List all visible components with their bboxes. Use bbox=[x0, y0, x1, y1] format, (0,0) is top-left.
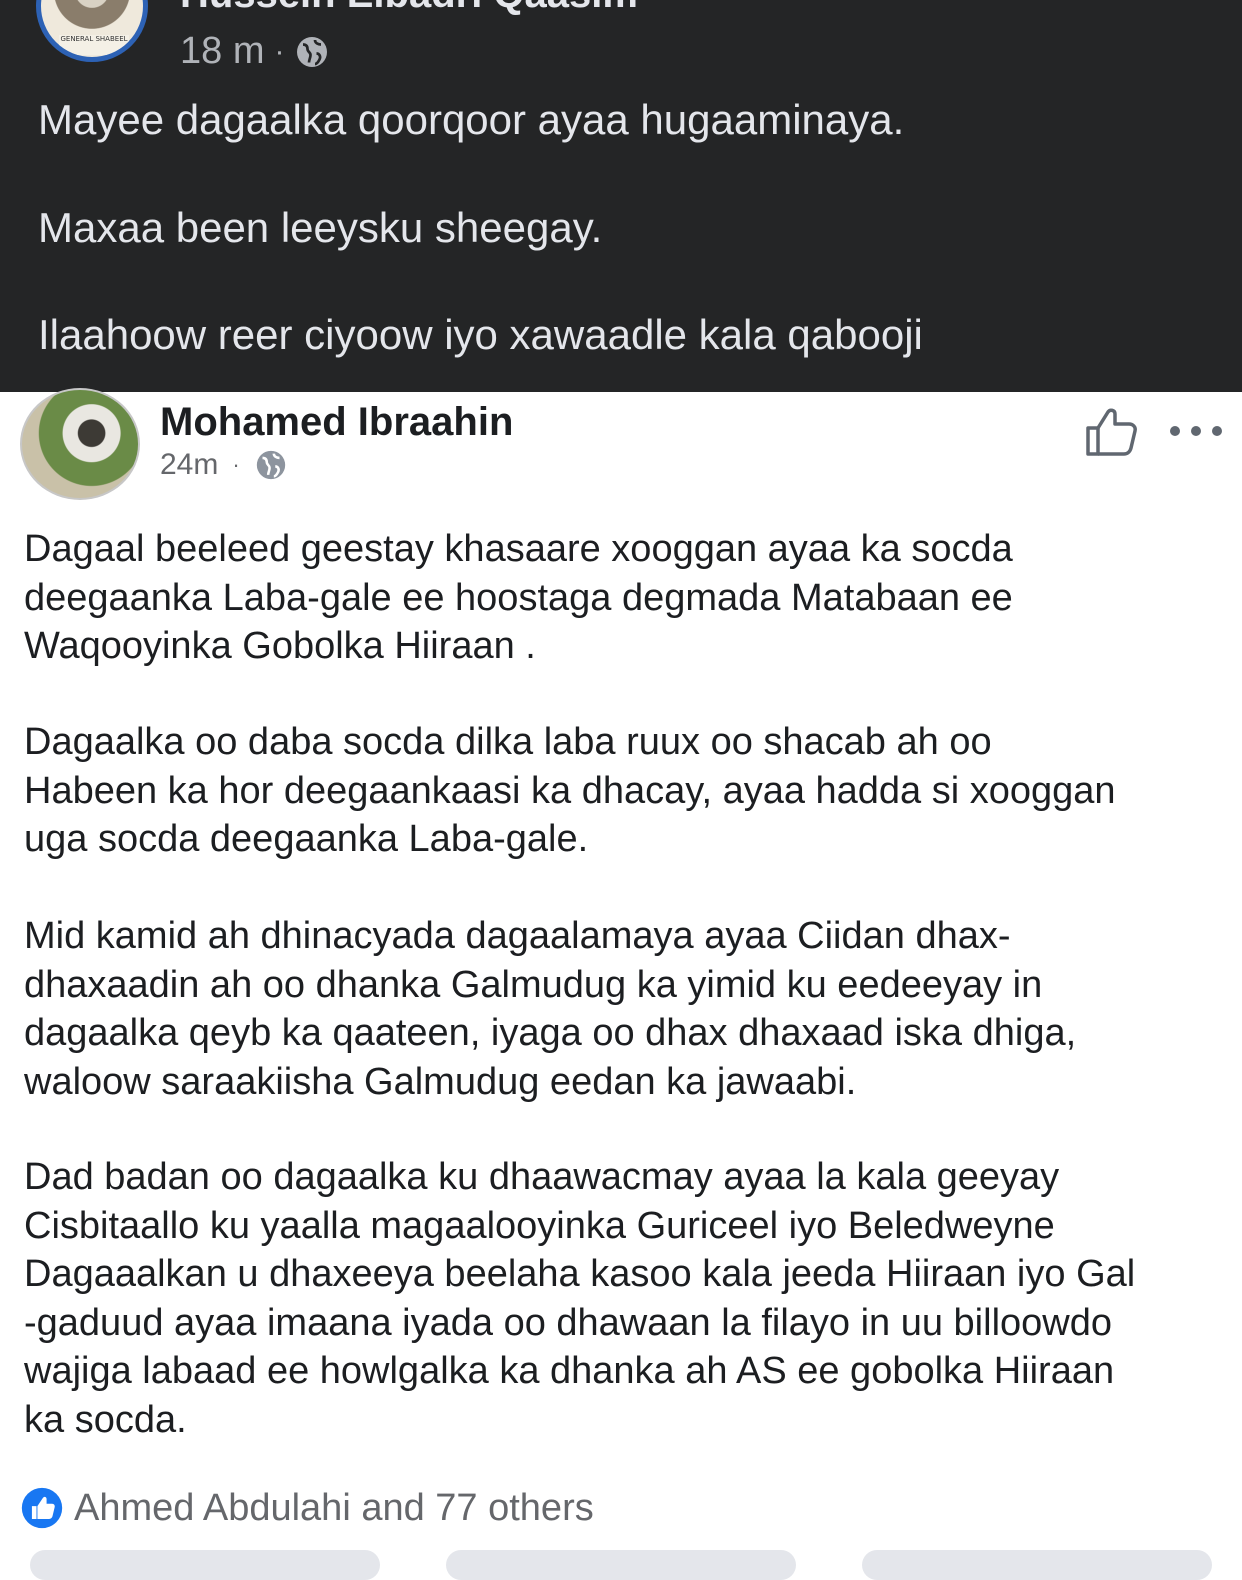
shared-author-avatar[interactable] bbox=[20, 388, 140, 500]
post-text-line: ka socda. bbox=[24, 1398, 187, 1441]
outer-author-name[interactable]: Hussein Elbadri Qaasim bbox=[180, 0, 638, 17]
shared-post-time[interactable]: 24m bbox=[160, 448, 218, 482]
more-options-icon[interactable] bbox=[1170, 422, 1222, 440]
post-text-line: Dagaal beeleed geestay khasaare xooggan … bbox=[24, 528, 1013, 570]
post-text-line: waloow saraakiisha Galmudug eedan ka jaw… bbox=[24, 1060, 857, 1103]
post-paragraph: Mid kamid ah dhinacyada dagaalamaya ayaa… bbox=[24, 912, 1224, 1106]
post-paragraph: Dad badan oo dagaalka ku dhaawacmay ayaa… bbox=[24, 1153, 1224, 1444]
outer-author-avatar[interactable]: GENERAL SHABEEL bbox=[36, 0, 148, 62]
outer-post-line: Maxaa been leeysku sheegay. bbox=[38, 204, 603, 251]
post-text-line: deegaanka Laba-gale ee hoostaga degmada … bbox=[24, 576, 1013, 619]
post-text-line: Dagaaalkan u dhaxeeya beelaha kasoo kala… bbox=[24, 1253, 1136, 1295]
post-text-line: Waqooyinka Gobolka Hiiraan . bbox=[24, 625, 536, 667]
action-button[interactable] bbox=[446, 1550, 796, 1580]
post-paragraph: Dagaal beeleed geestay khasaare xooggan … bbox=[24, 525, 1224, 671]
action-bar bbox=[0, 1550, 1242, 1580]
reactions-text: Ahmed Abdulahi and 77 others bbox=[74, 1486, 594, 1529]
action-button[interactable] bbox=[30, 1550, 380, 1580]
post-text-line: dhaxaadin ah oo dhanka Galmudug ka yimid… bbox=[24, 963, 1043, 1006]
action-button[interactable] bbox=[862, 1550, 1212, 1580]
outer-post-time[interactable]: 18 m bbox=[180, 30, 264, 73]
shared-post-meta: 24m · bbox=[160, 448, 288, 482]
more-dot bbox=[1170, 426, 1180, 436]
outer-post-meta: 18 m · bbox=[180, 30, 330, 73]
more-dot bbox=[1191, 426, 1201, 436]
globe-icon bbox=[297, 36, 328, 67]
reactions-summary[interactable]: Ahmed Abdulahi and 77 others bbox=[20, 1486, 594, 1530]
meta-separator: · bbox=[232, 452, 240, 477]
post-text-line: dagaalka qeyb ka qaateen, iyaga oo dhax … bbox=[24, 1012, 1077, 1054]
post-paragraph: Dagaalka oo daba socda dilka laba ruux o… bbox=[24, 718, 1224, 864]
post-text-line: Dad badan oo dagaalka ku dhaawacmay ayaa… bbox=[24, 1156, 1060, 1198]
post-text-line: Habeen ka hor deegaankaasi ka dhacay, ay… bbox=[24, 769, 1116, 812]
globe-icon bbox=[256, 450, 285, 480]
like-reaction-icon bbox=[21, 1487, 63, 1529]
outer-post-line: Mayee dagaalka qoorqoor ayaa hugaaminaya… bbox=[38, 96, 905, 143]
post-text-line: Dagaalka oo daba socda dilka laba ruux o… bbox=[24, 721, 992, 763]
avatar-tag: GENERAL SHABEEL bbox=[59, 35, 129, 55]
meta-separator: · bbox=[274, 34, 285, 68]
post-text-line: Mid kamid ah dhinacyada dagaalamaya ayaa… bbox=[24, 915, 1011, 957]
post-text-line: -gaduud ayaa imaana iyada oo dhawaan la … bbox=[24, 1301, 1112, 1344]
shared-author-name[interactable]: Mohamed Ibraahin bbox=[160, 400, 513, 445]
post-text-line: uga socda deegaanka Laba-gale. bbox=[24, 818, 589, 860]
thumbs-up-icon[interactable] bbox=[1084, 406, 1138, 458]
post-text-line: Cisbitaallo ku yaalla magaalooyinka Guri… bbox=[24, 1204, 1055, 1247]
more-dot bbox=[1212, 426, 1222, 436]
post-text-line: wajiga labaad ee howlgalka ka dhanka ah … bbox=[24, 1350, 1115, 1392]
outer-post-line: Ilaahoow reer ciyoow iyo xawaadle kala q… bbox=[38, 311, 923, 358]
outer-post: GENERAL SHABEEL Hussein Elbadri Qaasim 1… bbox=[0, 0, 1242, 392]
